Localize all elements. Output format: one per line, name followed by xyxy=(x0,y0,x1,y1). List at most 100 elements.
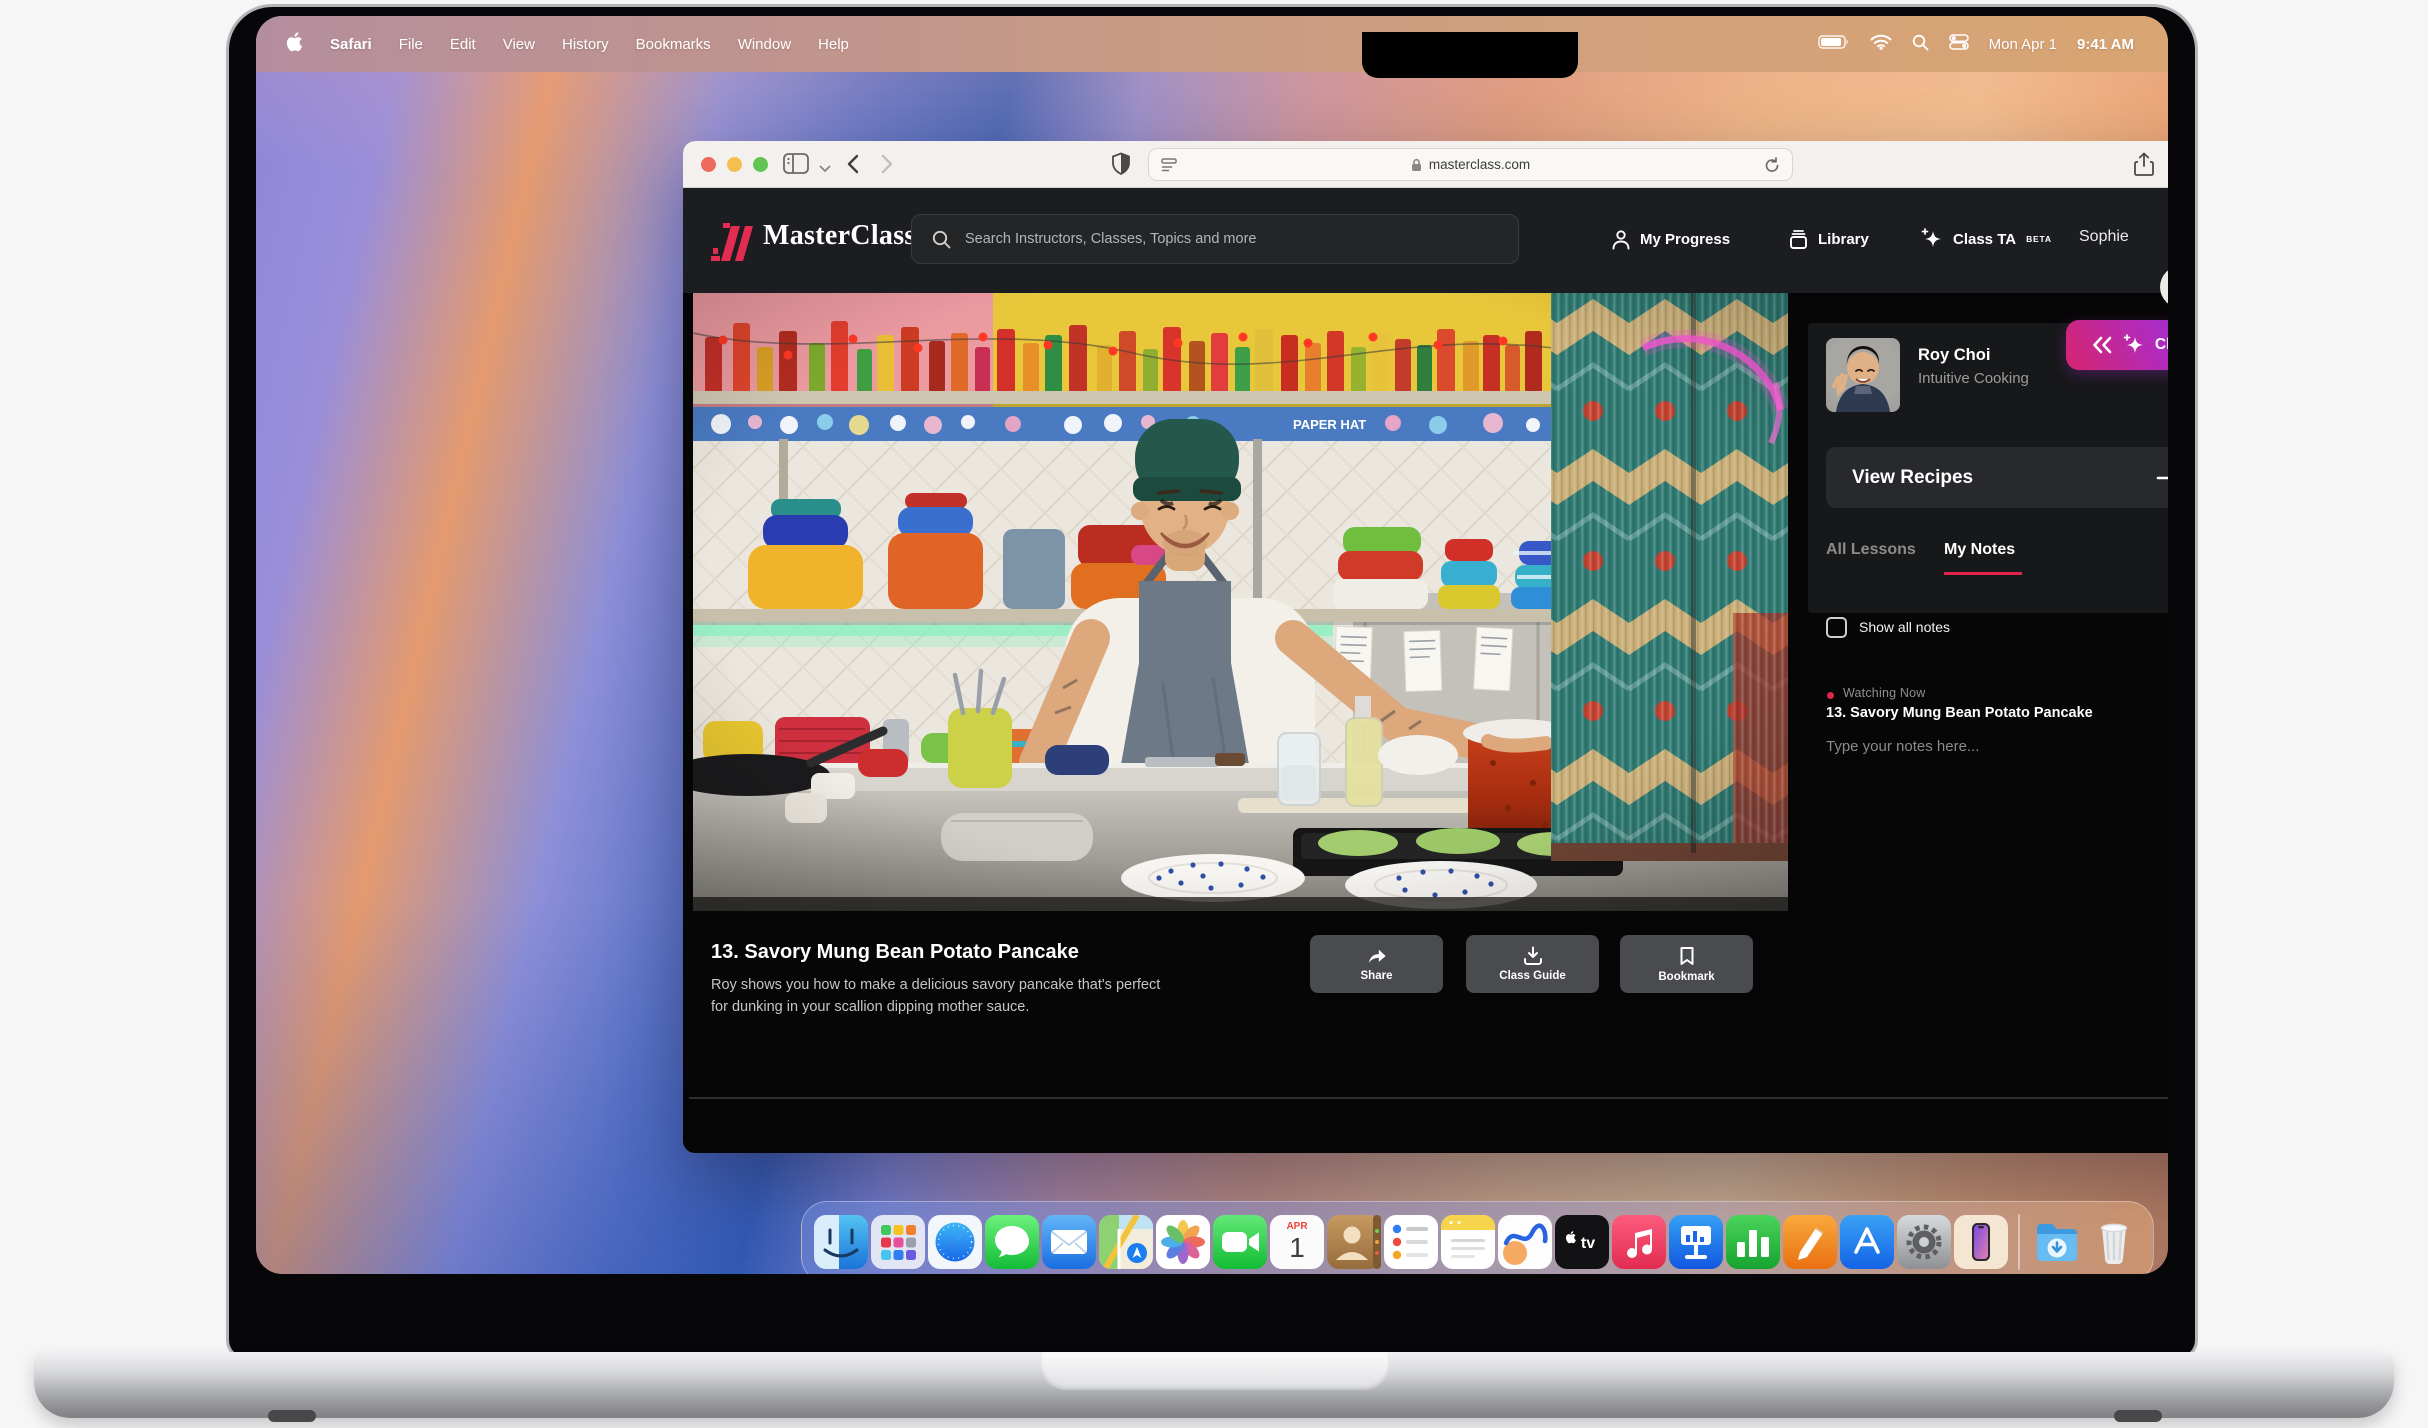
site-search[interactable] xyxy=(911,214,1519,264)
dock-maps-icon[interactable] xyxy=(1099,1215,1153,1269)
footer-divider xyxy=(689,1097,2168,1099)
dock-notes-icon[interactable] xyxy=(1441,1215,1495,1269)
class-guide-button[interactable]: Class Guide xyxy=(1466,935,1599,993)
macbook-foot-left xyxy=(268,1410,316,1422)
dock-trash-icon[interactable] xyxy=(2087,1215,2141,1269)
menu-item-bookmarks[interactable]: Bookmarks xyxy=(636,36,711,53)
user-name[interactable]: Sophie xyxy=(2079,228,2129,246)
tab-my-notes[interactable]: My Notes xyxy=(1944,541,2015,559)
share-button[interactable]: Share xyxy=(1310,935,1443,993)
menu-item-help[interactable]: Help xyxy=(818,36,849,53)
avatar[interactable] xyxy=(2160,266,2168,313)
menu-item-window[interactable]: Window xyxy=(738,36,791,53)
menu-item-view[interactable]: View xyxy=(503,36,535,53)
dock-messages-icon[interactable] xyxy=(985,1215,1039,1269)
library-icon xyxy=(1788,229,1809,250)
dock-settings-icon[interactable] xyxy=(1897,1215,1951,1269)
battery-icon[interactable] xyxy=(1818,34,1850,54)
search-icon xyxy=(932,230,951,249)
privacy-shield-icon[interactable] xyxy=(1111,152,1131,181)
reload-button[interactable] xyxy=(1764,157,1780,177)
brand-wordmark[interactable]: MasterClass xyxy=(763,220,916,252)
dock-numbers-icon[interactable] xyxy=(1726,1215,1780,1269)
dock-calendar-icon[interactable]: APR1 xyxy=(1270,1215,1324,1269)
class-ta-collapse-button[interactable]: Class TA xyxy=(2066,320,2168,370)
double-chevron-left-icon xyxy=(2091,336,2113,354)
dock-music-icon[interactable] xyxy=(1612,1215,1666,1269)
dock-keynote-icon[interactable] xyxy=(1669,1215,1723,1269)
nav-class-ta-label: Class TA xyxy=(1953,231,2016,248)
bookmark-button[interactable]: Bookmark xyxy=(1620,935,1753,993)
menu-bar-date[interactable]: Mon Apr 1 xyxy=(1989,36,2057,53)
svg-text:1: 1 xyxy=(1289,1232,1305,1263)
dock-appstore-icon[interactable] xyxy=(1840,1215,1894,1269)
dock-iphone-mirroring-icon[interactable] xyxy=(1954,1215,2008,1269)
address-bar[interactable]: masterclass.com xyxy=(1148,148,1793,181)
dock-photos-icon[interactable] xyxy=(1156,1215,1210,1269)
beta-badge: BETA xyxy=(2026,234,2052,244)
nav-my-progress[interactable]: My Progress xyxy=(1611,224,1730,254)
share-label: Share xyxy=(1361,970,1393,982)
video-player[interactable]: PAPER HAT xyxy=(693,293,1788,911)
notes-input[interactable]: Type your notes here... xyxy=(1826,738,1979,755)
lesson-description: Roy shows you how to make a delicious sa… xyxy=(711,974,1181,1018)
safari-window: masterclass.com MasterClass xyxy=(683,141,2168,1153)
apple-logo-icon xyxy=(286,32,303,52)
masterclass-logo-icon[interactable] xyxy=(709,218,755,269)
menu-item-file[interactable]: File xyxy=(399,36,423,53)
dock-reminders-icon[interactable] xyxy=(1384,1215,1438,1269)
menu-item-edit[interactable]: Edit xyxy=(450,36,476,53)
control-center-icon[interactable] xyxy=(1949,34,1969,54)
lid-lift-indent xyxy=(1040,1352,1390,1390)
lock-icon xyxy=(1411,158,1422,172)
view-recipes-button[interactable]: View Recipes xyxy=(1826,447,2168,508)
close-window-button[interactable] xyxy=(701,157,716,172)
show-all-notes-label: Show all notes xyxy=(1859,619,1950,635)
share-icon xyxy=(1367,947,1387,965)
minimize-window-button[interactable] xyxy=(727,157,742,172)
dock-launchpad-icon[interactable] xyxy=(871,1215,925,1269)
menu-bar-time[interactable]: 9:41 AM xyxy=(2077,36,2134,53)
dock-downloads-icon[interactable] xyxy=(2030,1215,2084,1269)
back-button[interactable] xyxy=(843,153,865,180)
instructor-name: Roy Choi xyxy=(1918,346,1990,365)
course-name: Intuitive Cooking xyxy=(1918,370,2029,387)
dock-facetime-icon[interactable] xyxy=(1213,1215,1267,1269)
dock-pages-icon[interactable] xyxy=(1783,1215,1837,1269)
dock-separator xyxy=(2018,1214,2020,1270)
dock-tv-icon[interactable]: tv xyxy=(1555,1215,1609,1269)
active-tab-underline xyxy=(1944,572,2022,575)
search-input[interactable] xyxy=(963,230,1483,248)
page-settings-icon[interactable] xyxy=(1161,158,1177,176)
sparkle-icon xyxy=(2122,333,2146,357)
share-page-button[interactable] xyxy=(2133,152,2155,182)
lesson-title: 13. Savory Mung Bean Potato Pancake xyxy=(711,941,1079,964)
masterclass-header: MasterClass My Progress Library Class TA… xyxy=(683,188,2168,293)
spotlight-search-icon[interactable] xyxy=(1912,34,1929,55)
class-ta-button-label: Class TA xyxy=(2155,336,2168,354)
macbook-screen: Safari File Edit View History Bookmarks … xyxy=(256,16,2168,1274)
camera-notch xyxy=(1362,32,1578,78)
url-text: masterclass.com xyxy=(1429,157,1530,172)
forward-button[interactable] xyxy=(875,153,897,180)
dock-safari-icon[interactable] xyxy=(928,1215,982,1269)
bookmark-label: Bookmark xyxy=(1658,971,1714,983)
menu-item-safari[interactable]: Safari xyxy=(330,36,372,53)
sidebar-toggle-button[interactable] xyxy=(783,153,809,180)
watching-now-label: Watching Now xyxy=(1843,686,1926,700)
tab-all-lessons[interactable]: All Lessons xyxy=(1826,541,1916,559)
dock-freeform-icon[interactable] xyxy=(1498,1215,1552,1269)
dock-finder-icon[interactable] xyxy=(814,1215,868,1269)
wifi-icon[interactable] xyxy=(1870,34,1892,54)
sidebar-chevron-icon[interactable] xyxy=(819,160,831,178)
svg-text:APR: APR xyxy=(1286,1221,1308,1232)
show-all-notes-checkbox[interactable] xyxy=(1826,617,1847,638)
dock-mail-icon[interactable] xyxy=(1042,1215,1096,1269)
dock-contacts-icon[interactable] xyxy=(1327,1215,1381,1269)
apple-menu-icon[interactable] xyxy=(286,32,303,56)
zoom-window-button[interactable] xyxy=(753,157,768,172)
nav-library-label: Library xyxy=(1818,231,1869,248)
menu-item-history[interactable]: History xyxy=(562,36,609,53)
nav-class-ta[interactable]: Class TA BETA xyxy=(1920,224,2052,254)
nav-library[interactable]: Library xyxy=(1788,224,1869,254)
